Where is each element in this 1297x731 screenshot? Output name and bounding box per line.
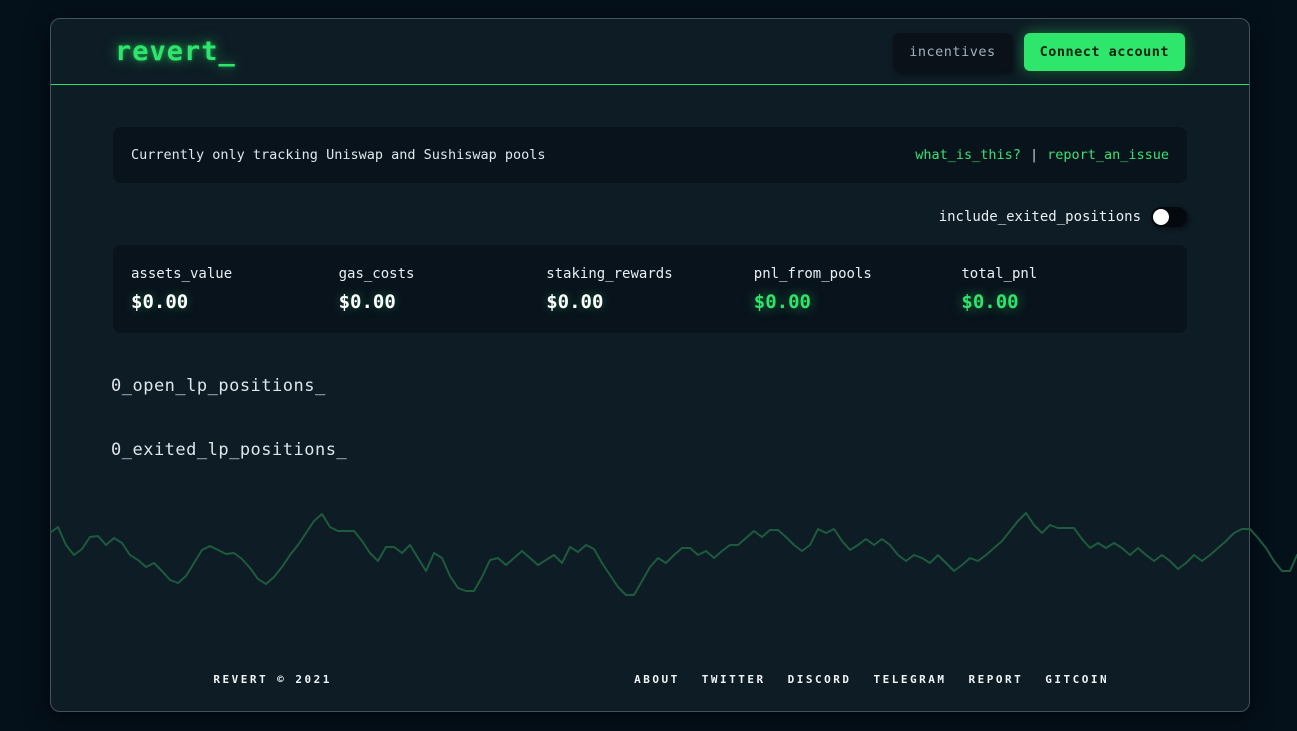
footer-link-gitcoin[interactable]: GITCOIN: [1045, 673, 1109, 686]
connect-account-button[interactable]: Connect account: [1024, 33, 1185, 71]
footer-link-report[interactable]: REPORT: [968, 673, 1023, 686]
include-exited-positions-row: include_exited_positions: [939, 203, 1187, 231]
open-lp-positions-heading: 0_open_lp_positions_: [111, 376, 326, 396]
stat-gas-costs: gas_costs $0.00: [339, 266, 547, 313]
footer-copyright: REVERT © 2021: [51, 673, 494, 686]
stat-assets-value: assets_value $0.00: [131, 266, 339, 313]
what-is-this-link[interactable]: what_is_this?: [915, 147, 1021, 163]
info-banner: Currently only tracking Uniswap and Sush…: [113, 127, 1187, 183]
stat-pnl-from-pools: pnl_from_pools $0.00: [754, 266, 962, 313]
footer-link-telegram[interactable]: TELEGRAM: [874, 673, 947, 686]
stat-value: $0.00: [546, 291, 754, 313]
header-actions: incentives Connect account: [893, 33, 1185, 71]
link-separator: |: [1030, 147, 1038, 163]
toggle-label: include_exited_positions: [939, 209, 1141, 225]
banner-links: what_is_this? | report_an_issue: [915, 147, 1169, 163]
incentives-button[interactable]: incentives: [893, 33, 1011, 71]
main-panel: revert_ incentives Connect account Curre…: [50, 18, 1250, 712]
footer-link-discord[interactable]: DISCORD: [788, 673, 852, 686]
header: revert_ incentives Connect account: [51, 19, 1249, 85]
banner-message: Currently only tracking Uniswap and Sush…: [131, 147, 546, 163]
footer-link-about[interactable]: ABOUT: [634, 673, 680, 686]
report-an-issue-link[interactable]: report_an_issue: [1047, 147, 1169, 163]
footer: REVERT © 2021 ABOUT TWITTER DISCORD TELE…: [51, 667, 1249, 691]
stat-label: staking_rewards: [546, 266, 754, 282]
stat-label: assets_value: [131, 266, 339, 282]
stat-label: gas_costs: [339, 266, 547, 282]
revert-logo[interactable]: revert_: [115, 36, 236, 67]
exited-lp-positions-heading: 0_exited_lp_positions_: [111, 440, 347, 460]
stat-label: total_pnl: [961, 266, 1169, 282]
stat-label: pnl_from_pools: [754, 266, 962, 282]
toggle-knob: [1153, 209, 1169, 225]
stat-value: $0.00: [754, 291, 962, 313]
include-exited-positions-toggle[interactable]: [1151, 207, 1187, 227]
stat-value: $0.00: [131, 291, 339, 313]
stat-staking-rewards: staking_rewards $0.00: [546, 266, 754, 313]
stat-total-pnl: total_pnl $0.00: [961, 266, 1169, 313]
stats-card: assets_value $0.00 gas_costs $0.00 staki…: [113, 245, 1187, 333]
stat-value: $0.00: [961, 291, 1169, 313]
stat-value: $0.00: [339, 291, 547, 313]
footer-links: ABOUT TWITTER DISCORD TELEGRAM REPORT GI…: [494, 673, 1249, 686]
footer-link-twitter[interactable]: TWITTER: [702, 673, 766, 686]
